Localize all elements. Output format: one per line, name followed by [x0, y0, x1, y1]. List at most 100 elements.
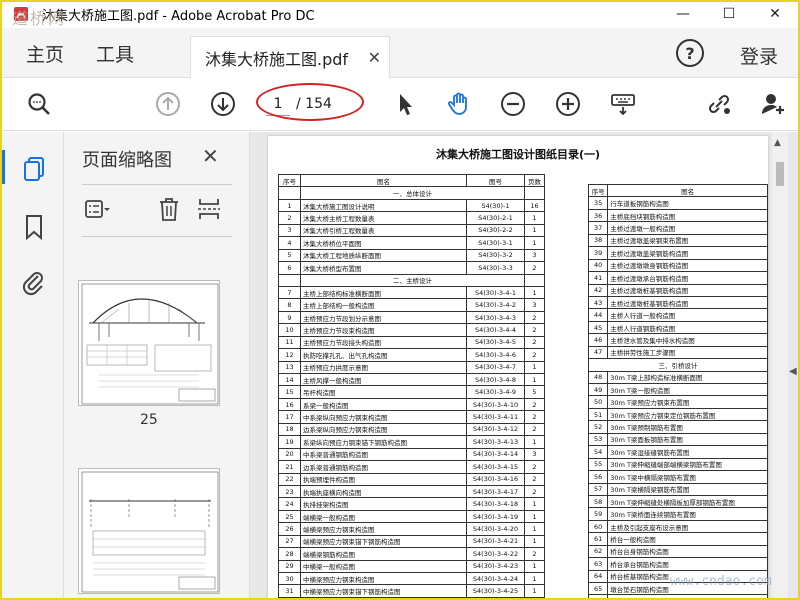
row-number: 10	[278, 323, 301, 337]
drawing-name: 中横梁预应力钢束锚下钢筋构造图	[300, 584, 467, 598]
search-icon[interactable]	[24, 89, 54, 119]
row-number: 49	[587, 382, 609, 397]
drawing-name: 沐集大桥主桥工程数量表	[300, 211, 467, 225]
tab-bar: 主页 工具 沐集大桥施工图.pdf ✕ ? 登录	[2, 28, 798, 78]
page-thumbnail[interactable]	[78, 468, 220, 594]
drawing-name: 主桥上部结构标准横断面图	[300, 285, 467, 300]
zoom-out-icon[interactable]	[498, 89, 528, 119]
drawing-name: 30m T梁伸缩缝处横隔板加厚部钢筋布置图	[607, 494, 768, 509]
table-row: 23 执端执座横向构造图 S4(30)-3-4-17 2	[278, 484, 545, 499]
table-row: 40 主桥过渡墩墩身钢筋构造图	[587, 258, 768, 273]
tab-home[interactable]: 主页	[26, 40, 64, 67]
drawing-name: 主桥过渡墩墩身钢筋构造图	[607, 258, 768, 273]
page-count: 1	[524, 435, 545, 449]
scrollbar-thumb[interactable]	[776, 162, 784, 186]
drawing-number: S4(30)-3-4-23	[466, 559, 525, 574]
table-row: 52 30m T梁预制钢筋布置图	[587, 420, 768, 434]
drawing-name: 30m T梁上部构造标准横断面图	[607, 370, 768, 385]
row-number: 66	[587, 594, 609, 598]
page-thumbnails-icon[interactable]	[20, 154, 48, 184]
row-number: 5	[278, 248, 301, 263]
thumbnails-panel: 页面缩略图 ✕ 25	[64, 132, 295, 598]
table-row: 26 端横梁预应力钢束构造图 S4(30)-3-4-20 1	[278, 522, 545, 536]
close-panel-button[interactable]: ✕	[202, 144, 219, 168]
page-count: 1	[524, 223, 545, 238]
table-row: 14 主桥风撑一般构造图 S4(30)-3-4-8 1	[278, 372, 545, 387]
split-page-icon[interactable]	[194, 194, 224, 224]
prev-page-icon[interactable]	[153, 89, 183, 119]
table-row: 57 30m T梁横隔梁钢筋布置图	[587, 482, 768, 496]
empty-cell	[524, 186, 545, 200]
row-number: 55	[587, 457, 609, 472]
page-thumbnail[interactable]	[78, 280, 220, 406]
row-number: 9	[278, 310, 301, 325]
table-row: 8 主桥上部结构一般构造图 S4(30)-3-4-2 3	[278, 298, 545, 312]
select-arrow-icon[interactable]	[390, 89, 420, 119]
table-row: 61 桥台一般构造图	[587, 532, 768, 546]
table-row: 6 沐集大桥桥型布置图 S4(30)-3-3 2	[278, 261, 545, 275]
rail-active-indicator	[2, 150, 5, 184]
page-count: 2	[524, 323, 545, 337]
drawing-name: 系梁一般构造图	[300, 397, 467, 412]
minimize-button[interactable]: —	[660, 2, 706, 26]
close-window-button[interactable]: ✕	[752, 2, 798, 26]
drawing-number: S4(30)-3-3	[466, 261, 525, 275]
row-number: 45	[587, 320, 609, 335]
drawing-number: S4(30)-3-4-15	[466, 460, 525, 474]
section-row: 一、总体设计	[278, 186, 545, 200]
trash-icon[interactable]	[154, 194, 184, 224]
drawing-number: S4(30)-2-2	[466, 223, 525, 238]
row-number: 63	[587, 557, 609, 571]
row-number: 51	[587, 407, 609, 422]
drawing-name: 边系梁纵向预应力钢束构造图	[300, 422, 467, 437]
drawing-name: 30m T梁面板钢筋布置图	[607, 432, 768, 447]
table-row: 48 30m T梁上部构造标准横断面图	[587, 370, 768, 385]
column-header: 序号	[278, 173, 301, 188]
drawing-name: 行车道板钢筋构造图	[607, 196, 768, 210]
table-row: 19 系梁纵向预应力钢束锚下钢筋构造图 S4(30)-3-4-13 1	[278, 435, 545, 449]
row-number: 6	[278, 261, 301, 275]
row-number: 13	[278, 360, 301, 375]
close-tab-button[interactable]: ✕	[368, 48, 381, 67]
bookmark-icon[interactable]	[20, 212, 48, 242]
document-scrollbar[interactable]: ▲	[772, 132, 788, 598]
drawing-name: 主桥预应力节段接头构造图	[300, 335, 467, 350]
tab-document[interactable]: 沐集大桥施工图.pdf ✕	[190, 36, 390, 78]
panel-divider	[82, 184, 232, 185]
help-icon[interactable]: ?	[676, 39, 704, 67]
page-count: 2	[524, 472, 545, 486]
attachment-icon[interactable]	[20, 268, 48, 298]
drawing-name: 主桥人行道一般构造图	[607, 308, 768, 322]
column-header: 图号	[466, 173, 525, 188]
share-link-icon[interactable]	[704, 89, 734, 119]
row-number: 18	[278, 422, 301, 437]
page-count: 2	[524, 422, 545, 437]
section-row: 二、主桥设计	[278, 273, 545, 287]
maximize-button[interactable]: ☐	[706, 2, 752, 26]
zoom-in-icon[interactable]	[553, 89, 583, 119]
drawing-number: S4(30)-3-4-10	[466, 397, 525, 412]
row-number: 23	[278, 484, 301, 499]
drawing-name: 主桥拼劳性施工步骤图	[607, 345, 768, 360]
scroll-up-icon[interactable]: ▲	[774, 138, 781, 148]
section-row: 三、引桥设计	[588, 358, 768, 372]
row-number: 31	[278, 584, 301, 598]
expand-panel-icon[interactable]: ◀	[789, 366, 797, 377]
page-count: 1	[524, 509, 545, 524]
hand-icon[interactable]	[444, 89, 474, 119]
login-button[interactable]: 登录	[740, 42, 778, 69]
drawing-name: 主桥过渡墩承台钢筋构造图	[607, 271, 768, 285]
next-page-icon[interactable]	[208, 89, 238, 119]
document-title: 沐集大桥施工图设计图纸目录(一)	[435, 148, 601, 161]
table-row: 64 桥台桩基钢筋构造图	[587, 569, 768, 584]
add-user-icon[interactable]	[758, 89, 788, 119]
keyboard-icon[interactable]	[608, 89, 638, 119]
drawing-name: 执端执座横向构造图	[300, 484, 467, 499]
drawing-number: S4(30)-3-4-16	[466, 472, 525, 486]
thumbnail-options-icon[interactable]	[82, 194, 112, 224]
row-number: 47	[587, 345, 609, 360]
row-number: 16	[278, 397, 301, 412]
tab-tools[interactable]: 工具	[96, 40, 134, 67]
drawing-number: S4(30)-3-4-4	[466, 323, 525, 337]
page-number-input[interactable]	[266, 92, 290, 116]
